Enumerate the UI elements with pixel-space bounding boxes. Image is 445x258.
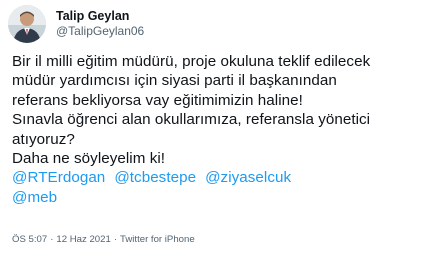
tweet-text-line: Daha ne söyleyelim ki! — [12, 150, 166, 168]
tweet-time[interactable]: ÖS 5:07 — [12, 234, 47, 245]
avatar-image — [8, 5, 46, 43]
tweet-text-line: Bir il milli eğitim müdürü, proje okulun… — [12, 53, 371, 70]
mention-link[interactable]: @meb — [12, 189, 57, 206]
meta-separator: · — [50, 234, 54, 245]
tweet-header: Talip Geylan @TalipGeylan06 — [8, 4, 144, 44]
tweet-text-line: müdür yardımcısı için siyasi parti il ba… — [12, 72, 337, 90]
author-names: Talip Geylan @TalipGeylan06 — [56, 9, 144, 39]
tweet-meta: ÖS 5:07 · 12 Haz 2021 · Twitter for iPhone — [12, 234, 195, 245]
author-handle[interactable]: @TalipGeylan06 — [56, 24, 144, 39]
tweet-text-line: atıyoruz? — [12, 130, 75, 148]
tweet-text: Bir il milli eğitim müdürü, proje okulun… — [12, 52, 437, 207]
avatar[interactable] — [8, 5, 46, 43]
mention-link[interactable]: @ziyaselcuk — [205, 169, 291, 186]
mention-link[interactable]: @RTErdogan — [12, 169, 105, 186]
meta-separator: · — [113, 234, 118, 245]
mention-link[interactable]: @tcbestepe — [114, 169, 196, 186]
author-display-name[interactable]: Talip Geylan — [56, 9, 144, 24]
tweet-source[interactable]: Twitter for iPhone — [120, 234, 195, 245]
tweet-text-line: referans bekliyorsa vay eğitimimizin hal… — [12, 91, 303, 109]
tweet-card: Talip Geylan @TalipGeylan06 Bir il milli… — [0, 0, 445, 258]
tweet-text-line: Sınavla öğrenci alan okullarımıza, refer… — [12, 111, 371, 129]
mentions-row: @meb — [12, 188, 437, 207]
tweet-date[interactable]: 12 Haz 2021 — [56, 234, 110, 245]
mentions-row: @RTErdogan @tcbestepe @ziyaselcuk — [12, 168, 437, 187]
